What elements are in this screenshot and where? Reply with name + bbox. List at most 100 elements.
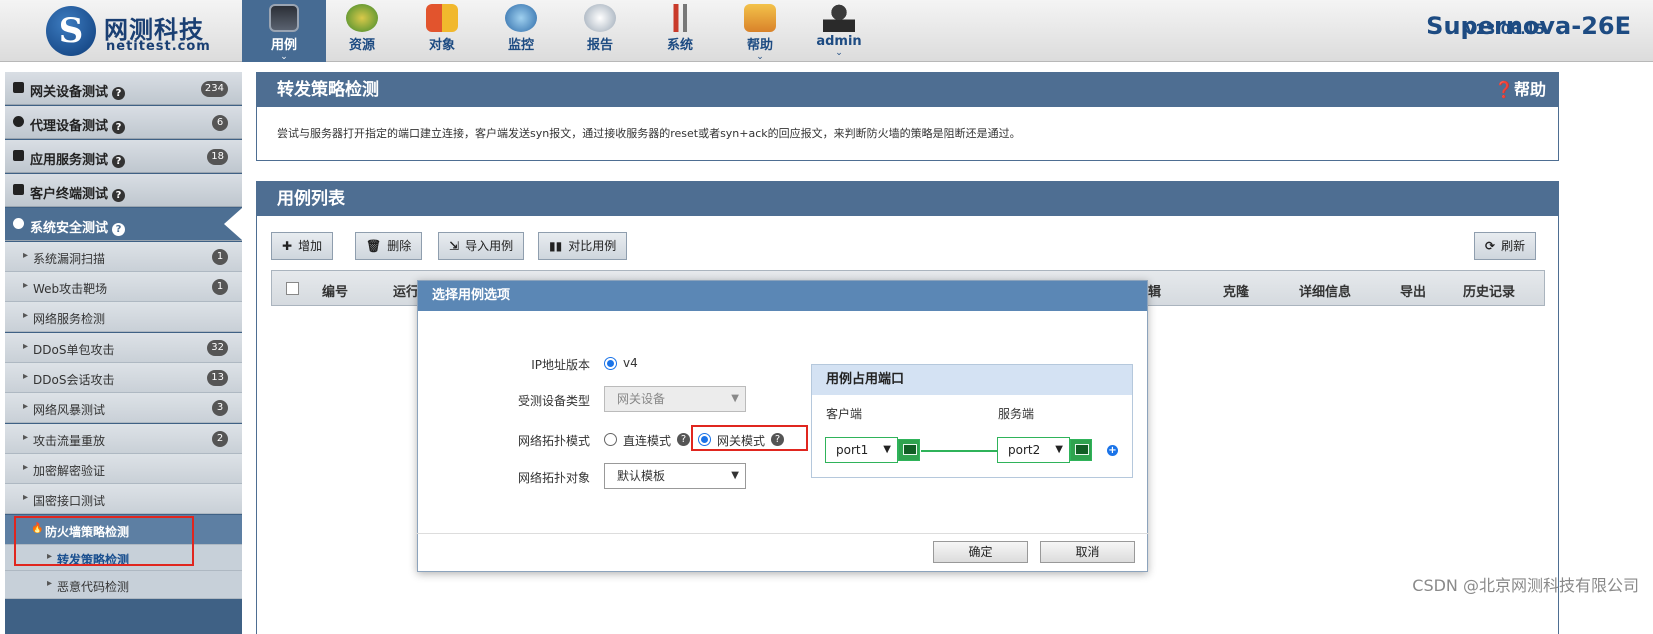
help-icon[interactable]: ? (112, 87, 126, 100)
magnifier-icon (505, 4, 537, 32)
sidebar-subitem[interactable]: Web攻击靶场 1 (5, 272, 242, 302)
top-bar: 网测科技 netitest.com 用例 ⌄ 资源 对象 监控 报告 系统 帮助… (0, 0, 1653, 62)
sidebar-subitem[interactable]: 攻击流量重放 2 (5, 424, 242, 454)
sidebar-subitem-label: 加密解密验证 (23, 462, 105, 479)
column-header[interactable]: 导出 (1400, 281, 1426, 300)
sidebar-item-app-service-test[interactable]: 应用服务测试? 18 (5, 140, 242, 173)
sidebar-subitem[interactable]: 国密接口测试 (5, 484, 242, 514)
shield-icon (13, 116, 24, 127)
disk-icon (346, 4, 378, 32)
compare-button[interactable]: ▮▮ 对比用例 (538, 232, 628, 260)
dialog-footer-divider (417, 533, 1148, 534)
nav-admin[interactable]: admin ⌄ (797, 0, 881, 62)
nav-objects-label: 对象 (428, 38, 455, 53)
nav-cases[interactable]: 用例 ⌄ (242, 0, 326, 62)
nav-help-label: 帮助 (746, 38, 773, 53)
help-link[interactable]: ❓帮助 (1494, 73, 1546, 107)
refresh-label: 刷新 (1501, 239, 1526, 253)
sidebar-subitem[interactable]: DDoS单包攻击 32 (5, 333, 242, 363)
refresh-button[interactable]: ⟳ 刷新 (1474, 232, 1537, 260)
sidebar-item-label: 代理设备测试 (30, 119, 109, 134)
watermark: CSDN @北京网测科技有限公司 (1412, 576, 1639, 595)
nav-objects[interactable]: 对象 (400, 0, 484, 62)
nav-resources-label: 资源 (348, 38, 375, 53)
sidebar-item-client-test[interactable]: 客户终端测试? (5, 174, 242, 207)
ok-button[interactable]: 确定 (933, 541, 1028, 563)
sidebar-subitem-label: 系统漏洞扫描 (23, 250, 105, 267)
sidebar-subitem[interactable]: 网络服务检测 (5, 302, 242, 332)
sidebar-subitem-label: 网络服务检测 (23, 310, 105, 327)
count-badge: 1 (212, 249, 228, 265)
sidebar-item-gateway-test[interactable]: 网关设备测试? 234 (5, 72, 242, 105)
description: 尝试与服务器打开指定的端口建立连接，客户端发送syn报文，通过接收服务器的res… (277, 127, 1021, 140)
device-type-value: 网关设备 (617, 392, 666, 406)
logo[interactable]: 网测科技 netitest.com (42, 4, 242, 56)
help-icon (744, 4, 776, 32)
nav-system[interactable]: 系统 (638, 0, 722, 62)
nav-cases-label: 用例 (270, 38, 297, 53)
column-header[interactable]: 历史记录 (1463, 281, 1515, 300)
product-name: Supernova-26E (1426, 12, 1631, 40)
chevron-down-icon: ▼ (731, 470, 739, 481)
ip-v4-radio[interactable] (604, 357, 617, 370)
add-port-icon[interactable]: + (1107, 445, 1118, 456)
sidebar-subitem[interactable]: 网络风暴测试 3 (5, 393, 242, 423)
device-type-select[interactable]: 网关设备 ▼ (604, 386, 746, 412)
add-button[interactable]: ✚ 增加 (271, 232, 334, 260)
port-icon (1070, 439, 1092, 461)
sidebar-subitem-malware[interactable]: 恶意代码检测 (5, 571, 242, 599)
column-header[interactable]: 克隆 (1223, 281, 1249, 300)
column-header[interactable]: 辑 (1148, 281, 1161, 300)
sidebar-item-label: 客户终端测试 (30, 187, 109, 202)
count-badge: 2 (212, 431, 228, 447)
server-port-select[interactable]: port2 ▼ (997, 437, 1070, 463)
chevron-down-icon: ▼ (883, 444, 891, 455)
cancel-button[interactable]: 取消 (1040, 541, 1135, 563)
device-type-label: 受测设备类型 (517, 394, 590, 408)
nav-monitor-label: 监控 (507, 38, 534, 53)
help-icon[interactable]: ? (677, 433, 690, 446)
count-badge: 18 (207, 149, 228, 165)
topology-object-label: 网络拓扑对象 (517, 471, 590, 485)
topology-object-select[interactable]: 默认模板 ▼ (604, 463, 746, 489)
port-icon (898, 439, 920, 461)
direct-mode-radio[interactable] (604, 433, 617, 446)
topology-object-value: 默认模板 (617, 469, 666, 483)
sidebar-item-label: 应用服务测试 (30, 153, 109, 168)
sidebar-item-security-test[interactable]: 系统安全测试? (5, 208, 242, 241)
server-icon (13, 150, 24, 161)
sidebar-subitem[interactable]: 系统漏洞扫描 1 (5, 242, 242, 272)
import-button[interactable]: ⇲ 导入用例 (438, 232, 525, 260)
column-header[interactable]: 详细信息 (1299, 281, 1351, 300)
delete-button[interactable]: 🗑 删除 (355, 232, 423, 260)
help-icon[interactable]: ? (112, 223, 126, 236)
client-port-select[interactable]: port1 ▼ (825, 437, 898, 463)
sidebar-item-label: 网关设备测试 (30, 85, 109, 100)
topology-mode-label: 网络拓扑模式 (517, 434, 590, 448)
nav-report[interactable]: 报告 (558, 0, 642, 62)
list-title: 用例列表 (277, 189, 345, 209)
chevron-down-icon: ▼ (731, 393, 739, 404)
select-all-checkbox[interactable] (286, 282, 299, 295)
column-header[interactable]: 运行 (393, 281, 419, 300)
nav-resources[interactable]: 资源 (320, 0, 404, 62)
logo-text-en: netitest.com (106, 39, 211, 54)
nav-monitor[interactable]: 监控 (479, 0, 563, 62)
sidebar-subitem[interactable]: DDoS会话攻击 13 (5, 363, 242, 393)
import-icon: ⇲ (449, 239, 460, 253)
column-header[interactable]: 编号 (322, 281, 348, 300)
chevron-down-icon: ⌄ (280, 52, 288, 62)
sidebar-subitem-label: 国密接口测试 (23, 492, 105, 509)
sidebar-item-label: 系统安全测试 (30, 221, 109, 236)
count-badge: 234 (200, 81, 228, 97)
help-icon[interactable]: ? (112, 121, 126, 134)
user-icon (823, 4, 855, 32)
sidebar-subitem[interactable]: 加密解密验证 (5, 454, 242, 484)
nav-admin-label: admin (816, 34, 862, 49)
add-label: 增加 (298, 239, 323, 253)
list-panel-header: 用例列表 (257, 182, 1558, 216)
help-icon[interactable]: ? (112, 155, 126, 168)
nav-help[interactable]: 帮助 ⌄ (718, 0, 802, 62)
sidebar-item-proxy-test[interactable]: 代理设备测试? 6 (5, 106, 242, 139)
help-icon[interactable]: ? (112, 189, 126, 202)
